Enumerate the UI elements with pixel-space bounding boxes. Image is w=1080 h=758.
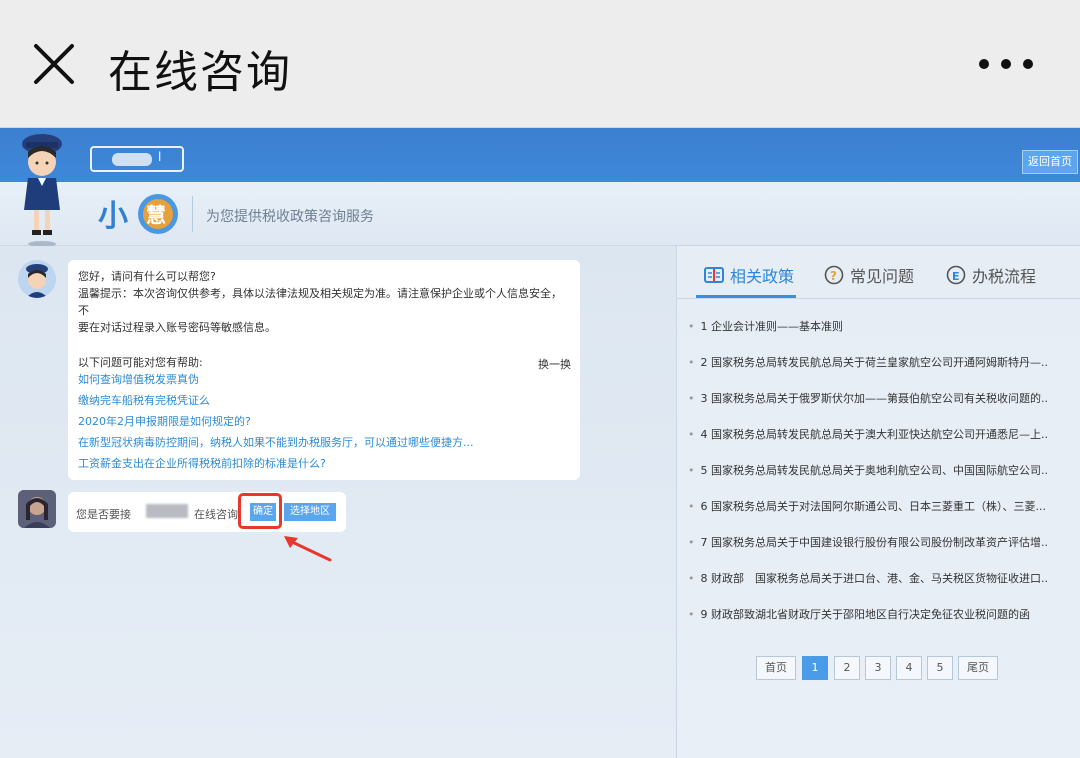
bot-notice-cont: 要在对话过程录入账号密码等敏感信息。 <box>78 321 276 334</box>
faq-link[interactable]: 如何查询增值税发票真伪 <box>78 371 570 388</box>
masked-account <box>112 153 152 166</box>
policy-item[interactable]: • 8 财政部 国家税务总局关于进口台、港、金、马关税区货物征收进口... <box>688 570 1048 586</box>
brand-divider <box>192 196 193 232</box>
tab-label: 办税流程 <box>972 267 1037 286</box>
question-icon: ? <box>824 265 844 285</box>
policy-title: 2 国家税务总局转发民航总局关于荷兰皇家航空公司开通阿姆斯特丹—... <box>700 356 1049 369</box>
highlight-annotation <box>238 493 282 529</box>
policy-title: 5 国家税务总局转发民航总局关于奥地利航空公司、中国国际航空公司... <box>700 464 1049 477</box>
swap-button[interactable]: 换一换 <box>538 356 571 372</box>
page-title: 在线咨询 <box>108 47 292 98</box>
pager-page[interactable]: 5 <box>927 656 953 680</box>
close-icon[interactable] <box>30 40 78 88</box>
active-tab-indicator <box>696 295 796 298</box>
question-suffix: 在线咨询 <box>194 508 238 521</box>
help-title: 以下问题可能对您有帮助: <box>78 356 203 369</box>
bot-notice: 温馨提示：本次咨询仅供参考，具体以法律法规及相关规定为准。请注意保护企业或个人信… <box>78 287 562 317</box>
svg-text:慧: 慧 <box>146 203 166 227</box>
policy-item[interactable]: • 6 国家税务总局关于对法国阿尔斯通公司、日本三菱重工（株）、三菱... <box>688 498 1048 514</box>
masked-name <box>146 504 188 518</box>
policy-item[interactable]: • 9 财政部致湖北省财政厅关于邵阳地区自行决定免征农业税问题的函 <box>688 606 1048 622</box>
tabs-divider <box>676 298 1080 299</box>
svg-text:?: ? <box>830 269 837 283</box>
account-badge[interactable]: l <box>90 146 184 172</box>
policy-item[interactable]: • 3 国家税务总局关于俄罗斯伏尔加——第聂伯航空公司有关税收问题的... <box>688 390 1048 406</box>
select-region-button[interactable]: 选择地区 <box>284 503 336 521</box>
pager-page[interactable]: 1 <box>802 656 828 680</box>
svg-text:小: 小 <box>98 199 128 234</box>
tab-faq[interactable]: ? 常见问题 <box>824 260 914 290</box>
policy-title: 8 财政部 国家税务总局关于进口台、港、金、马关税区货物征收进口... <box>700 572 1049 585</box>
pager-page[interactable]: 4 <box>896 656 922 680</box>
policy-title: 3 国家税务总局关于俄罗斯伏尔加——第聂伯航空公司有关税收问题的... <box>700 392 1049 405</box>
process-icon: E <box>946 265 966 285</box>
pager-last[interactable]: 尾页 <box>958 656 998 680</box>
svg-text:E: E <box>952 270 960 283</box>
tab-policies[interactable]: 相关政策 <box>704 260 794 290</box>
bot-greeting: 您好，请问有什么可以帮您? <box>78 270 216 283</box>
arrow-annotation-icon <box>284 536 332 562</box>
policy-item[interactable]: • 4 国家税务总局转发民航总局关于澳大利亚快达航空公司开通悉尼—上... <box>688 426 1048 442</box>
account-suffix: l <box>158 150 162 164</box>
tab-label: 常见问题 <box>850 267 915 286</box>
tab-process[interactable]: E 办税流程 <box>946 260 1036 290</box>
pager-page[interactable]: 3 <box>865 656 891 680</box>
more-options-icon[interactable] <box>976 52 1036 76</box>
bot-avatar <box>18 260 56 298</box>
pager-first[interactable]: 首页 <box>756 656 796 680</box>
faq-link[interactable]: 缴纳完车船税有完税凭证么 <box>78 392 570 409</box>
policy-book-icon <box>704 267 724 283</box>
policy-item[interactable]: • 7 国家税务总局关于中国建设银行股份有限公司股份制改革资产评估增... <box>688 534 1048 550</box>
mascot-icon <box>22 134 62 247</box>
brand-slogan: 为您提供税收政策咨询服务 <box>206 209 374 225</box>
faq-link[interactable]: 工资薪金支出在企业所得税税前扣除的标准是什么? <box>78 455 570 472</box>
policy-item[interactable]: • 1 企业会计准则——基本准则 <box>688 318 1048 334</box>
policy-item[interactable]: • 5 国家税务总局转发民航总局关于奥地利航空公司、中国国际航空公司... <box>688 462 1048 478</box>
bot-message-bubble: 您好，请问有什么可以帮您? 温馨提示：本次咨询仅供参考，具体以法律法规及相关规定… <box>68 260 580 480</box>
policy-item[interactable]: • 2 国家税务总局转发民航总局关于荷兰皇家航空公司开通阿姆斯特丹—... <box>688 354 1048 370</box>
policy-title: 9 财政部致湖北省财政厅关于邵阳地区自行决定免征农业税问题的函 <box>700 608 1031 621</box>
app-bar: 在线咨询 <box>0 0 1080 128</box>
xiaohui-logo-icon: 小 慧 <box>98 194 178 234</box>
faq-link[interactable]: 在新型冠状病毒防控期间，纳税人如果不能到办税服务厅，可以通过哪些便捷方... <box>78 434 570 451</box>
user-avatar <box>18 490 56 528</box>
pager-page[interactable]: 2 <box>834 656 860 680</box>
policy-title: 7 国家税务总局关于中国建设银行股份有限公司股份制改革资产评估增... <box>700 536 1049 549</box>
faq-link[interactable]: 2020年2月申报期限是如何规定的? <box>78 413 570 430</box>
policy-title: 4 国家税务总局转发民航总局关于澳大利亚快达航空公司开通悉尼—上... <box>700 428 1049 441</box>
policy-title: 6 国家税务总局关于对法国阿尔斯通公司、日本三菱重工（株）、三菱... <box>700 500 1046 513</box>
tab-label: 相关政策 <box>730 267 795 286</box>
policy-title: 1 企业会计准则——基本准则 <box>700 320 844 333</box>
question-prefix: 您是否要接 <box>76 508 131 521</box>
back-home-button[interactable]: 返回首页 <box>1022 150 1078 174</box>
